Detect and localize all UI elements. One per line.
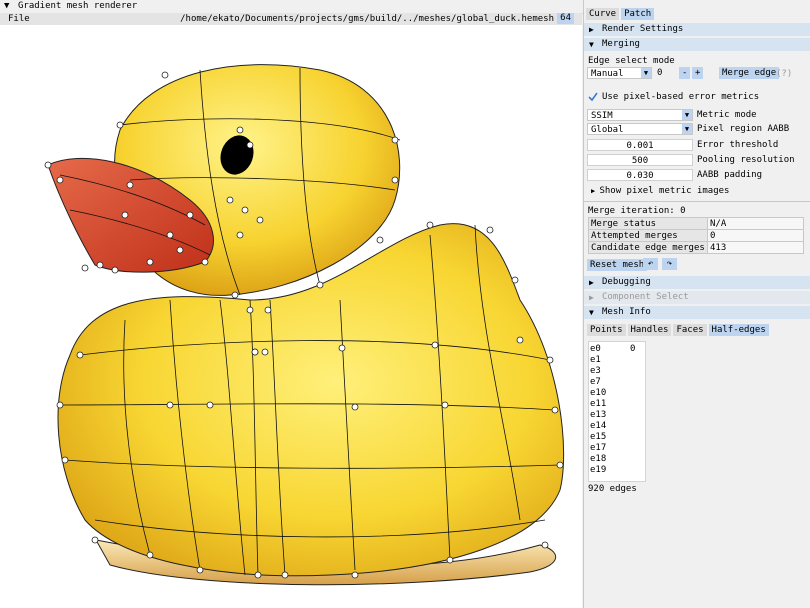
table-cell: 413 [707,241,804,254]
edge-select-mode-select[interactable]: Manual ▼ [587,67,652,79]
mesh-info-tabs: Points Handles Faces Half-edges [587,324,769,336]
tab-points[interactable]: Points [587,324,626,336]
dropdown-arrow-icon: ▼ [682,110,692,120]
table-cell: Attempted merges [588,229,708,242]
merge-status-table: Merge status N/A Attempted merges 0 Candid… [588,217,804,254]
pixel-region-select[interactable]: Global ▼ [587,123,693,135]
collapse-arrow-icon: ▼ [589,40,594,49]
pixel-region-label: Pixel region AABB [697,124,790,134]
aabb-padding-label: AABB padding [697,170,763,180]
error-threshold-label: Error threshold [697,140,779,150]
table-cell: Merge status [588,217,708,230]
merge-edge-button[interactable]: Merge edge [719,67,780,79]
pooling-resolution-label: Pooling resolution [697,155,795,165]
tab-faces[interactable]: Faces [673,324,707,336]
list-item[interactable]: e1 [590,355,601,365]
merge-iteration-text: Merge iteration: 0 [588,206,686,216]
edge-index-input[interactable]: 0 [654,67,676,79]
redo-icon[interactable]: ↷ [662,258,677,270]
increment-button[interactable]: + [692,67,704,79]
list-item[interactable]: e10 [590,388,606,398]
merging-label: Merging [602,39,640,49]
table-row: Attempted merges 0 [588,229,804,242]
mode-tabs: Curve Patch [586,8,655,20]
tab-patch[interactable]: Patch [621,8,655,20]
fps-badge: 64 [557,13,574,24]
undo-icon[interactable]: ↶ [643,258,658,270]
list-item[interactable]: e0 [590,344,601,354]
file-menu[interactable]: File [8,14,30,24]
metric-mode-select[interactable]: SSIM ▼ [587,109,693,121]
show-pixel-images-label: Show pixel metric images [599,186,730,196]
component-select-header[interactable]: ▶ Component Select [584,291,810,304]
dropdown-arrow-icon: ▼ [641,68,651,78]
list-item[interactable]: e19 [590,465,606,475]
tab-handles[interactable]: Handles [627,324,672,336]
decrement-button[interactable]: - [679,67,691,79]
pixel-region-value: Global [591,125,624,135]
aabb-padding-input[interactable]: 0.030 [587,169,693,181]
error-threshold-input[interactable]: 0.001 [587,139,693,151]
collapse-window-icon[interactable]: ▼ [4,1,9,11]
component-select-label: Component Select [602,292,689,302]
expand-arrow-icon: ▶ [589,25,594,34]
mesh-info-header[interactable]: ▼ Mesh Info [584,306,810,319]
edge-select-mode-label: Edge select mode [588,56,675,66]
tab-half-edges[interactable]: Half-edges [708,324,769,336]
table-cell: Candidate edge merges [588,241,708,254]
help-marker[interactable]: (?) [776,69,792,79]
render-settings-label: Render Settings [602,24,684,34]
list-item[interactable]: e14 [590,421,606,431]
list-item[interactable]: e17 [590,443,606,453]
dropdown-arrow-icon: ▼ [682,124,692,134]
list-item[interactable]: e3 [590,366,601,376]
debugging-label: Debugging [602,277,651,287]
gradient-mesh-render[interactable] [0,25,582,608]
render-viewport[interactable] [0,25,582,608]
table-row: Candidate edge merges 413 [588,241,804,254]
table-cell: 0 [707,229,804,242]
list-item[interactable]: e13 [590,410,606,420]
list-item[interactable]: e7 [590,377,601,387]
expand-arrow-icon: ▶ [589,278,594,287]
mesh-file-path: /home/ekato/Documents/projects/gms/build… [180,14,554,24]
pooling-resolution-input[interactable]: 500 [587,154,693,166]
mesh-info-label: Mesh Info [602,307,651,317]
divider [584,201,810,202]
list-item[interactable]: e11 [590,399,606,409]
table-cell: N/A [707,217,804,230]
metric-mode-value: SSIM [591,111,613,121]
window-title: Gradient mesh renderer [18,1,138,11]
edge-select-mode-value: Manual [591,69,624,79]
reset-mesh-button[interactable]: Reset mesh [587,259,648,271]
collapse-arrow-icon: ▼ [589,308,594,317]
tab-curve[interactable]: Curve [586,8,620,20]
list-item[interactable]: e15 [590,432,606,442]
metric-mode-label: Metric mode [697,110,757,120]
menubar: File /home/ekato/Documents/projects/gms/… [0,13,582,25]
render-settings-header[interactable]: ▶ Render Settings [584,23,810,36]
merging-header[interactable]: ▼ Merging [584,38,810,51]
half-edge-list[interactable]: e0 e1 e3 e7 e10 e11 e13 e14 e15 e17 e18 … [588,341,646,482]
expand-arrow-icon: ▶ [589,293,594,302]
edge-count-text: 920 edges [588,484,637,494]
checkmark-icon[interactable] [588,92,598,102]
table-row: Merge status N/A [588,217,804,230]
debugging-header[interactable]: ▶ Debugging [584,276,810,289]
list-item[interactable]: e18 [590,454,606,464]
use-pixel-metrics-label: Use pixel-based error metrics [602,92,760,102]
list-scroll-marker: 0 [630,344,636,354]
show-pixel-images-toggle[interactable]: ▶ Show pixel metric images [591,186,729,196]
